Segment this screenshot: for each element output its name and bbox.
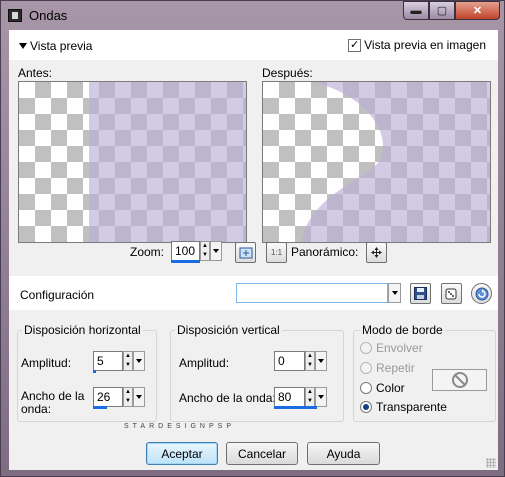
v-amplitude-label: Amplitud:: [179, 356, 230, 370]
edge-option-repeat[interactable]: Repetir: [360, 361, 415, 375]
zoom-dropdown[interactable]: [210, 241, 222, 261]
v-wavelength-dropdown[interactable]: [315, 387, 327, 407]
fit-view-button[interactable]: [235, 242, 256, 263]
floppy-disk-icon: [414, 287, 427, 300]
maximize-button[interactable]: ▢: [429, 1, 455, 20]
zoom-control: 100 ▲ ▼: [171, 241, 222, 261]
resize-grip[interactable]: [486, 458, 496, 468]
dialog-body: Vista previa ✓ Vista previa en imagen An…: [9, 30, 498, 470]
move-icon: [371, 247, 382, 258]
watermark: STARDESIGNPSP: [124, 423, 235, 430]
zoom-spinner[interactable]: ▲ ▼: [200, 241, 210, 261]
h-amplitude-control: 5 ▲ ▼: [93, 351, 145, 371]
color-swatch[interactable]: [432, 369, 487, 391]
v-wavelength-spinner[interactable]: ▲ ▼: [305, 387, 315, 407]
h-amplitude-dropdown[interactable]: [133, 351, 145, 371]
h-wavelength-input[interactable]: 26: [93, 387, 123, 407]
edge-option-wrap[interactable]: Envolver: [360, 341, 423, 355]
v-wavelength-input[interactable]: 80: [274, 387, 305, 407]
edge-option-color[interactable]: Color: [360, 381, 405, 395]
fit-view-icon: [239, 247, 252, 258]
config-label: Configuración: [20, 288, 95, 302]
config-select-value[interactable]: [236, 283, 388, 303]
h-amplitude-bar[interactable]: [93, 370, 96, 373]
close-button[interactable]: ✕: [455, 1, 500, 20]
zoom-slider-bar[interactable]: [171, 260, 200, 263]
pan-label: Panorámico:: [291, 245, 359, 259]
app-icon: [8, 9, 22, 22]
vertical-group: [170, 330, 344, 422]
after-overlay: [301, 82, 490, 242]
h-wavelength-label: Ancho de la onda:: [21, 390, 84, 416]
cancel-button[interactable]: Cancelar: [226, 442, 298, 465]
h-wavelength-spinner[interactable]: ▲ ▼: [123, 387, 133, 407]
before-preview[interactable]: [18, 81, 247, 243]
radio-wrap[interactable]: [360, 342, 372, 354]
save-preset-button[interactable]: [410, 283, 431, 304]
h-wavelength-label-line2: onda:: [21, 402, 52, 416]
before-label: Antes:: [18, 66, 53, 80]
h-amplitude-spinner[interactable]: ▲ ▼: [123, 351, 133, 371]
v-wavelength-label: Ancho de la onda:: [179, 391, 276, 405]
h-wavelength-bar[interactable]: [93, 406, 107, 409]
help-button[interactable]: Ayuda: [307, 442, 380, 465]
edge-option-wrap-label: Envolver: [376, 341, 423, 355]
reset-arrow-icon: [475, 287, 488, 300]
checkmark-icon[interactable]: ✓: [348, 38, 362, 52]
after-label: Después:: [262, 66, 313, 80]
config-select[interactable]: [236, 283, 401, 303]
zoom-label: Zoom:: [130, 245, 165, 259]
no-color-icon: [451, 372, 468, 388]
preview-toggle[interactable]: Vista previa: [19, 39, 92, 53]
horizontal-group-title: Disposición horizontal: [22, 323, 143, 337]
pan-button[interactable]: [366, 242, 387, 263]
edge-mode-title: Modo de borde: [360, 323, 445, 337]
reset-button[interactable]: [471, 283, 492, 304]
before-tint: [89, 82, 246, 242]
after-preview[interactable]: [262, 81, 491, 243]
edge-option-transparent-label: Transparente: [376, 400, 447, 414]
accept-button[interactable]: Aceptar: [146, 442, 218, 465]
radio-transparent[interactable]: [360, 401, 372, 413]
edge-option-repeat-label: Repetir: [376, 361, 415, 375]
v-wavelength-control: 80 ▲ ▼: [274, 387, 327, 407]
randomize-button[interactable]: [441, 283, 462, 304]
preview-in-image-label: Vista previa en imagen: [364, 38, 486, 52]
config-dropdown-arrow[interactable]: [388, 283, 401, 303]
v-amplitude-control: 0 ▲ ▼: [274, 351, 327, 371]
edge-option-transparent[interactable]: Transparente: [360, 400, 447, 414]
h-wavelength-control: 26 ▲ ▼: [93, 387, 145, 407]
preview-toggle-label: Vista previa: [30, 39, 93, 53]
edge-option-color-label: Color: [376, 381, 405, 395]
h-amplitude-label: Amplitud:: [21, 356, 72, 370]
h-wavelength-dropdown[interactable]: [133, 387, 145, 407]
minimize-button[interactable]: ▬: [403, 1, 429, 20]
v-wavelength-bar[interactable]: [274, 406, 317, 409]
h-amplitude-input[interactable]: 5: [93, 351, 123, 371]
vertical-group-title: Disposición vertical: [175, 323, 282, 337]
window-controls: ▬ ▢ ✕: [403, 1, 500, 21]
dialog-window: Ondas ▬ ▢ ✕ Vista previa ✓ Vista previa …: [0, 0, 505, 477]
actual-size-button[interactable]: 1:1: [266, 242, 287, 263]
dice-icon: [445, 288, 456, 299]
window-title: Ondas: [29, 8, 68, 23]
v-amplitude-spinner[interactable]: ▲ ▼: [305, 351, 315, 371]
preview-in-image-checkbox[interactable]: ✓ Vista previa en imagen: [348, 38, 486, 52]
v-amplitude-dropdown[interactable]: [315, 351, 327, 371]
radio-color[interactable]: [360, 382, 372, 394]
before-overlay: [89, 82, 246, 242]
zoom-input[interactable]: 100: [171, 241, 200, 261]
radio-repeat[interactable]: [360, 362, 372, 374]
collapse-arrow-icon: [19, 43, 27, 49]
v-amplitude-input[interactable]: 0: [274, 351, 305, 371]
title-bar[interactable]: Ondas ▬ ▢ ✕: [1, 1, 504, 29]
